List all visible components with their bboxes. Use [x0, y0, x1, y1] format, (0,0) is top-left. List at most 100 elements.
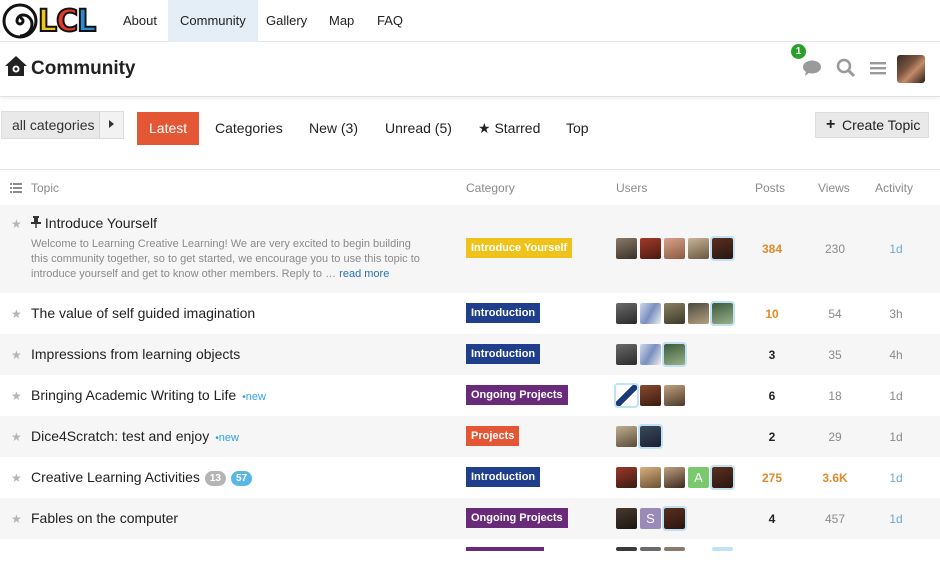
avatar[interactable] — [712, 547, 733, 551]
notification-badge[interactable]: 1 — [791, 44, 806, 59]
avatar[interactable] — [664, 238, 685, 259]
topic-row[interactable]: ★ The value of self guided imagination I… — [0, 293, 940, 334]
activity-time[interactable]: 1d — [876, 389, 916, 403]
category-badge[interactable]: Ongoing Projects — [466, 508, 568, 528]
tab-starred[interactable]: ★ Starred — [466, 112, 552, 145]
activity-time[interactable]: 1d — [876, 430, 916, 444]
avatar[interactable] — [662, 342, 687, 367]
current-user-avatar[interactable] — [897, 55, 925, 83]
nav-gallery[interactable]: Gallery — [254, 0, 319, 42]
topic-row[interactable]: ★ Creative Learning Activities 13 57 Intro… — [0, 457, 940, 498]
column-users[interactable]: Users — [616, 181, 647, 195]
star-icon[interactable]: ★ — [11, 389, 22, 403]
category-dropdown[interactable]: all categories — [1, 111, 124, 139]
star-icon[interactable]: ★ — [11, 430, 22, 444]
avatar[interactable] — [664, 467, 685, 488]
avatar[interactable] — [638, 424, 663, 449]
create-topic-button[interactable]: + Create Topic — [815, 112, 929, 138]
post-count[interactable]: 10 — [752, 307, 792, 321]
avatar[interactable] — [616, 238, 637, 259]
topic-row[interactable]: ★ Dice4Scratch: test and enjoy new Projec… — [0, 416, 940, 457]
avatar[interactable] — [616, 547, 637, 551]
topic-title[interactable]: Creative Learning Activities — [31, 469, 200, 485]
avatar[interactable] — [664, 303, 685, 324]
post-count[interactable]: 3 — [752, 348, 792, 362]
nav-faq[interactable]: FAQ — [365, 0, 415, 42]
topic-title[interactable]: Bringing Academic Writing to Life — [31, 387, 236, 403]
avatar[interactable] — [664, 385, 685, 406]
avatar[interactable] — [616, 508, 637, 529]
avatar[interactable] — [710, 236, 735, 261]
post-count[interactable]: 384 — [752, 242, 792, 256]
topic-title[interactable]: Fables on the computer — [31, 510, 178, 526]
star-icon[interactable]: ★ — [11, 471, 22, 485]
avatar[interactable]: A — [688, 467, 709, 488]
tab-unread[interactable]: Unread (5) — [373, 112, 464, 145]
column-views[interactable]: Views — [818, 181, 850, 195]
category-badge[interactable]: Projects — [466, 426, 520, 446]
activity-time[interactable]: 4h — [876, 348, 916, 362]
avatar[interactable] — [616, 344, 637, 365]
topic-title[interactable]: Introduce Yourself — [45, 215, 157, 231]
category-badge[interactable]: Ongoing Projects — [466, 385, 568, 405]
hamburger-menu-icon[interactable] — [869, 58, 887, 83]
avatar[interactable] — [640, 303, 661, 324]
new-tag[interactable]: new — [215, 432, 239, 444]
search-icon[interactable] — [836, 58, 856, 83]
topic-title[interactable]: Dice4Scratch: test and enjoy — [31, 428, 209, 444]
nav-about[interactable]: About — [111, 0, 169, 42]
column-posts[interactable]: Posts — [755, 181, 785, 195]
avatar[interactable] — [688, 238, 709, 259]
tab-top[interactable]: Top — [554, 112, 601, 145]
new-tag[interactable]: new — [242, 391, 266, 403]
avatar[interactable] — [640, 547, 661, 551]
home-icon[interactable] — [4, 55, 28, 82]
category-badge[interactable]: Introduction — [466, 467, 541, 487]
avatar[interactable]: S — [640, 508, 661, 529]
star-icon[interactable]: ★ — [11, 307, 22, 321]
avatar[interactable] — [614, 383, 639, 408]
avatar[interactable] — [688, 303, 709, 324]
avatar[interactable] — [616, 303, 637, 324]
star-icon[interactable]: ★ — [11, 348, 22, 362]
topic-title[interactable]: Impressions from learning objects — [31, 346, 240, 362]
tab-new[interactable]: New (3) — [297, 112, 370, 145]
avatar[interactable] — [710, 301, 735, 326]
list-icon[interactable] — [10, 182, 22, 196]
avatar[interactable] — [662, 506, 687, 531]
topic-row[interactable]: ★ Introduce Yourself Welcome to Learning… — [0, 205, 940, 293]
read-more-link[interactable]: read more — [339, 268, 389, 280]
avatar[interactable] — [688, 547, 709, 551]
avatar[interactable] — [616, 426, 637, 447]
unread-count-badge[interactable]: 13 — [204, 471, 226, 486]
category-badge[interactable] — [466, 547, 544, 551]
topic-row[interactable]: ★ Fables on the computer Ongoing Project… — [0, 498, 940, 539]
topic-row[interactable] — [0, 539, 940, 581]
star-icon[interactable]: ★ — [11, 217, 22, 231]
star-icon[interactable]: ★ — [11, 512, 22, 526]
lcl-logo[interactable]: L C L — [2, 3, 106, 40]
column-activity[interactable]: Activity — [875, 181, 913, 195]
avatar[interactable] — [616, 467, 637, 488]
avatar[interactable] — [640, 467, 661, 488]
tab-latest[interactable]: Latest — [137, 112, 200, 145]
avatar[interactable] — [640, 238, 661, 259]
avatar[interactable] — [640, 344, 661, 365]
new-posts-badge[interactable]: 57 — [231, 471, 253, 486]
post-count[interactable]: 4 — [752, 512, 792, 526]
category-badge[interactable]: Introduction — [466, 303, 541, 323]
column-category[interactable]: Category — [466, 181, 515, 195]
column-topic[interactable]: Topic — [31, 181, 59, 195]
avatar[interactable] — [664, 547, 685, 551]
nav-map[interactable]: Map — [317, 0, 366, 42]
tab-categories[interactable]: Categories — [203, 112, 295, 145]
activity-time[interactable]: 3h — [876, 307, 916, 321]
post-count[interactable]: 2 — [752, 430, 792, 444]
activity-time[interactable]: 1d — [876, 471, 916, 485]
topic-title[interactable]: The value of self guided imagination — [31, 305, 255, 321]
topic-row[interactable]: ★ Bringing Academic Writing to Life new O… — [0, 375, 940, 416]
category-badge[interactable]: Introduce Yourself — [466, 238, 573, 258]
post-count[interactable]: 275 — [752, 471, 792, 485]
topic-row[interactable]: ★ Impressions from learning objects Intr… — [0, 334, 940, 375]
avatar[interactable] — [640, 385, 661, 406]
